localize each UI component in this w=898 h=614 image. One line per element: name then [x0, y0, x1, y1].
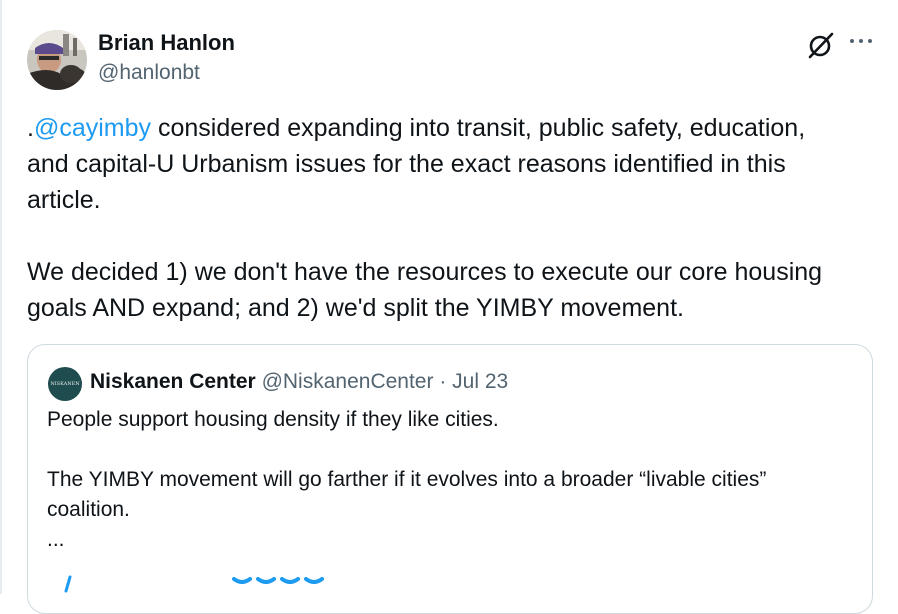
more-dots-icon[interactable]	[848, 28, 874, 60]
quote-avatar[interactable]: NISKANEN	[48, 367, 82, 401]
quote-date[interactable]: Jul 23	[452, 370, 508, 393]
quote-header: Niskanen Center @NiskanenCenter · Jul 23	[90, 369, 508, 395]
author-handle[interactable]: @hanlonbt	[98, 60, 200, 86]
quote-author-name[interactable]: Niskanen Center	[90, 370, 256, 393]
author-avatar[interactable]	[27, 30, 87, 90]
quoted-tweet[interactable]: NISKANEN Niskanen Center @NiskanenCenter…	[27, 344, 873, 614]
quote-avatar-logo-text: NISKANEN	[50, 381, 80, 387]
left-divider	[0, 0, 2, 594]
mention-link[interactable]: @cayimby	[34, 114, 151, 142]
quote-media-preview[interactable]	[56, 573, 356, 593]
quote-separator: ·	[439, 370, 447, 393]
quote-text: People support housing density if they l…	[47, 408, 767, 551]
quote-author-handle[interactable]: @NiskanenCenter	[262, 370, 434, 393]
tweet-text: .@cayimby considered expanding into tran…	[27, 110, 867, 326]
tweet-prefix: .	[27, 114, 34, 142]
grok-slash-icon[interactable]	[806, 30, 836, 60]
tweet-text-body: considered expanding into transit, publi…	[27, 114, 823, 322]
author-name[interactable]: Brian Hanlon	[98, 30, 235, 56]
